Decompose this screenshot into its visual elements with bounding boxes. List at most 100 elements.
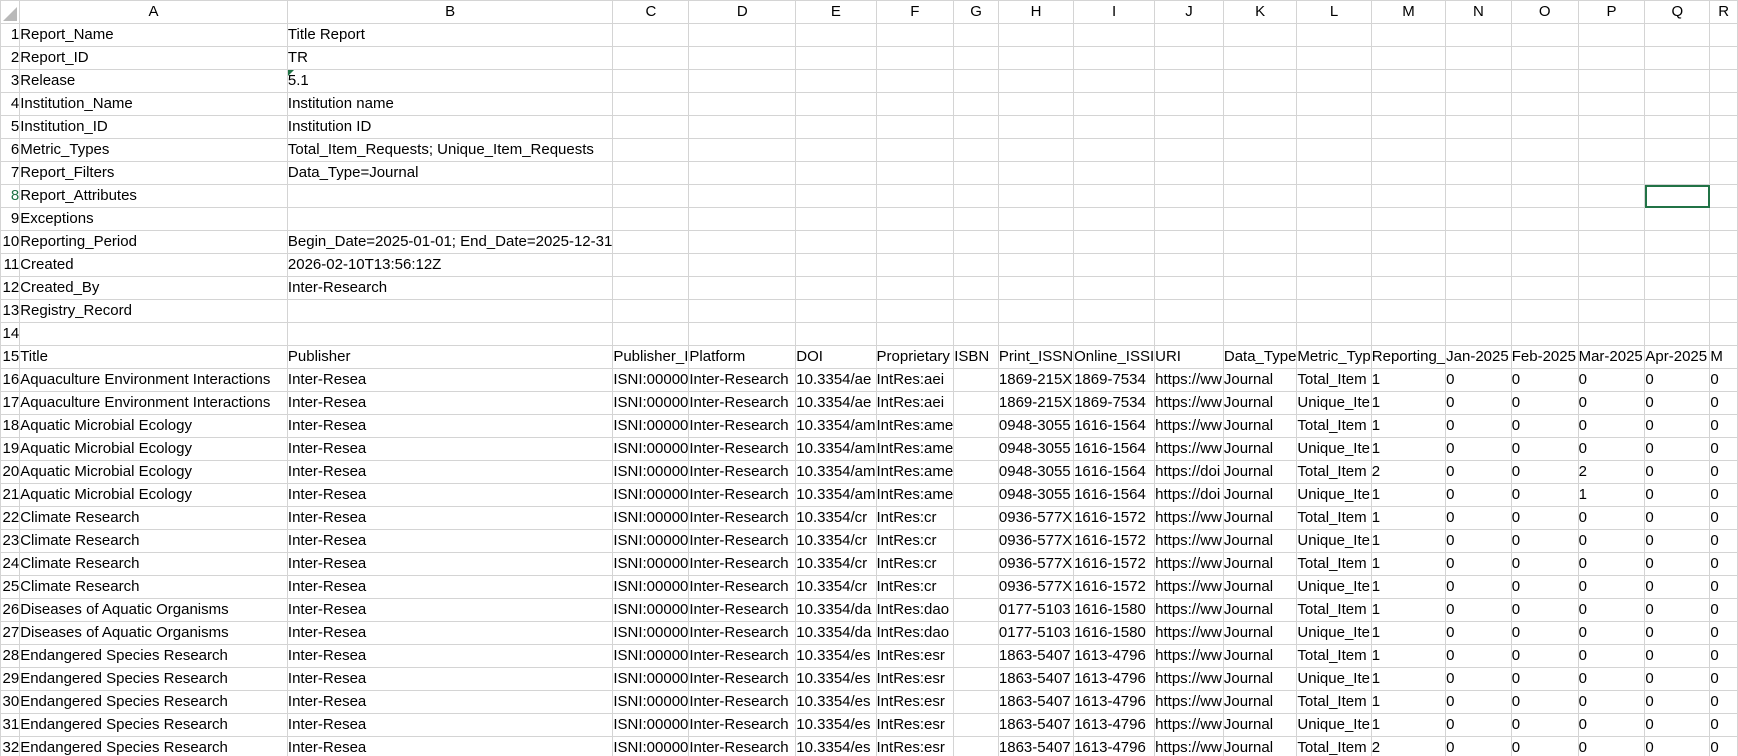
data-cell[interactable]: 0177-5103 bbox=[997, 621, 1075, 645]
data-cell[interactable]: 0 bbox=[1445, 414, 1512, 438]
empty-cell[interactable] bbox=[612, 115, 690, 139]
metadata-label[interactable]: Created_By bbox=[19, 276, 288, 300]
data-cell[interactable]: 0 bbox=[1644, 621, 1711, 645]
empty-cell[interactable] bbox=[1222, 161, 1298, 185]
empty-cell[interactable] bbox=[1709, 207, 1738, 231]
data-cell[interactable]: 0 bbox=[1709, 598, 1738, 622]
data-cell[interactable]: Inter-Research bbox=[688, 552, 797, 576]
data-cell[interactable]: Unique_Ite bbox=[1296, 621, 1372, 645]
data-cell[interactable]: 0 bbox=[1510, 368, 1579, 392]
empty-cell[interactable] bbox=[688, 253, 797, 277]
data-cell[interactable]: 2 bbox=[1370, 736, 1447, 756]
empty-cell[interactable] bbox=[1154, 92, 1224, 116]
data-cell[interactable]: IntRes:cr bbox=[875, 575, 955, 599]
data-cell[interactable]: Total_Item bbox=[1296, 460, 1372, 484]
empty-cell[interactable] bbox=[875, 207, 955, 231]
empty-cell[interactable] bbox=[1577, 115, 1646, 139]
column-header-D[interactable]: D bbox=[688, 0, 797, 24]
data-cell[interactable]: 0 bbox=[1709, 667, 1738, 691]
data-cell[interactable]: ISNI:00000 bbox=[612, 483, 690, 507]
empty-cell[interactable] bbox=[1154, 115, 1224, 139]
data-cell[interactable]: 0 bbox=[1709, 506, 1738, 530]
empty-cell[interactable] bbox=[1577, 46, 1646, 70]
empty-cell[interactable] bbox=[1296, 23, 1372, 47]
data-cell[interactable]: 1616-1572 bbox=[1073, 552, 1156, 576]
row-header[interactable]: 25 bbox=[0, 575, 21, 599]
empty-cell[interactable] bbox=[1370, 115, 1447, 139]
column-header-E[interactable]: E bbox=[795, 0, 877, 24]
data-cell[interactable]: 0 bbox=[1510, 621, 1579, 645]
data-cell[interactable]: IntRes:esr bbox=[875, 667, 955, 691]
data-cell[interactable]: 0 bbox=[1445, 644, 1512, 668]
data-cell[interactable]: 10.3354/es bbox=[795, 690, 877, 714]
row-header[interactable]: 32 bbox=[0, 736, 21, 756]
data-cell[interactable]: Inter-Resea bbox=[286, 391, 614, 415]
data-cell[interactable]: 0 bbox=[1445, 713, 1512, 737]
column-title[interactable]: Metric_Typ bbox=[1296, 345, 1372, 369]
empty-cell[interactable] bbox=[688, 322, 797, 346]
row-header[interactable]: 20 bbox=[0, 460, 21, 484]
metadata-label[interactable]: Report_Name bbox=[19, 23, 288, 47]
column-header-B[interactable]: B bbox=[286, 0, 614, 24]
data-cell[interactable]: 0 bbox=[1709, 368, 1738, 392]
data-cell[interactable]: 0 bbox=[1445, 667, 1512, 691]
column-title[interactable]: Data_Type bbox=[1222, 345, 1298, 369]
data-cell[interactable]: 0 bbox=[1445, 460, 1512, 484]
data-cell[interactable]: IntRes:esr bbox=[875, 644, 955, 668]
data-cell[interactable]: 1616-1564 bbox=[1073, 460, 1156, 484]
data-cell[interactable]: Inter-Research bbox=[688, 460, 797, 484]
empty-cell[interactable] bbox=[688, 115, 797, 139]
data-cell[interactable]: 1 bbox=[1370, 437, 1447, 461]
data-cell[interactable]: ISNI:00000 bbox=[612, 598, 690, 622]
data-cell[interactable]: Inter-Research bbox=[688, 575, 797, 599]
metadata-label[interactable]: Institution_ID bbox=[19, 115, 288, 139]
data-cell[interactable]: 0 bbox=[1709, 391, 1738, 415]
empty-cell[interactable] bbox=[1577, 161, 1646, 185]
data-cell[interactable]: Aquatic Microbial Ecology bbox=[19, 414, 288, 438]
data-cell[interactable]: 10.3354/am bbox=[795, 483, 877, 507]
data-cell[interactable]: Unique_Ite bbox=[1296, 391, 1372, 415]
data-cell[interactable]: 0 bbox=[1510, 391, 1579, 415]
empty-cell[interactable] bbox=[1644, 138, 1711, 162]
data-cell[interactable]: ISNI:00000 bbox=[612, 414, 690, 438]
empty-cell[interactable] bbox=[1445, 138, 1512, 162]
empty-cell[interactable] bbox=[1510, 299, 1579, 323]
data-cell[interactable]: 0 bbox=[1644, 414, 1711, 438]
empty-cell[interactable] bbox=[1445, 230, 1512, 254]
data-cell[interactable]: 1 bbox=[1370, 391, 1447, 415]
empty-cell[interactable] bbox=[1073, 253, 1156, 277]
data-cell[interactable]: Inter-Resea bbox=[286, 736, 614, 756]
data-cell[interactable]: 10.3354/es bbox=[795, 736, 877, 756]
row-header[interactable]: 2 bbox=[0, 46, 21, 70]
data-cell[interactable]: ISNI:00000 bbox=[612, 667, 690, 691]
metadata-label[interactable]: Registry_Record bbox=[19, 299, 288, 323]
data-cell[interactable] bbox=[953, 713, 999, 737]
row-header[interactable]: 29 bbox=[0, 667, 21, 691]
data-cell[interactable]: Unique_Ite bbox=[1296, 667, 1372, 691]
data-cell[interactable]: https://doi bbox=[1154, 460, 1224, 484]
column-title[interactable]: Proprietary bbox=[875, 345, 955, 369]
data-cell[interactable]: Inter-Resea bbox=[286, 690, 614, 714]
data-cell[interactable]: Inter-Research bbox=[688, 529, 797, 553]
empty-cell[interactable] bbox=[875, 69, 955, 93]
column-header-L[interactable]: L bbox=[1296, 0, 1372, 24]
data-cell[interactable]: 0 bbox=[1577, 437, 1646, 461]
empty-cell[interactable] bbox=[1370, 230, 1447, 254]
empty-cell[interactable] bbox=[1222, 115, 1298, 139]
empty-cell[interactable] bbox=[997, 184, 1075, 208]
data-cell[interactable]: Inter-Research bbox=[688, 598, 797, 622]
empty-cell[interactable] bbox=[1296, 92, 1372, 116]
empty-cell[interactable] bbox=[1709, 184, 1738, 208]
data-cell[interactable]: 0 bbox=[1577, 552, 1646, 576]
data-cell[interactable]: Endangered Species Research bbox=[19, 736, 288, 756]
data-cell[interactable]: Journal bbox=[1222, 575, 1298, 599]
empty-cell[interactable] bbox=[875, 161, 955, 185]
data-cell[interactable]: Aquatic Microbial Ecology bbox=[19, 483, 288, 507]
data-cell[interactable]: 0 bbox=[1510, 598, 1579, 622]
empty-cell[interactable] bbox=[1644, 92, 1711, 116]
empty-cell[interactable] bbox=[1296, 138, 1372, 162]
data-cell[interactable]: 0 bbox=[1644, 667, 1711, 691]
data-cell[interactable] bbox=[953, 736, 999, 756]
data-cell[interactable]: 0 bbox=[1445, 575, 1512, 599]
empty-cell[interactable] bbox=[1154, 253, 1224, 277]
